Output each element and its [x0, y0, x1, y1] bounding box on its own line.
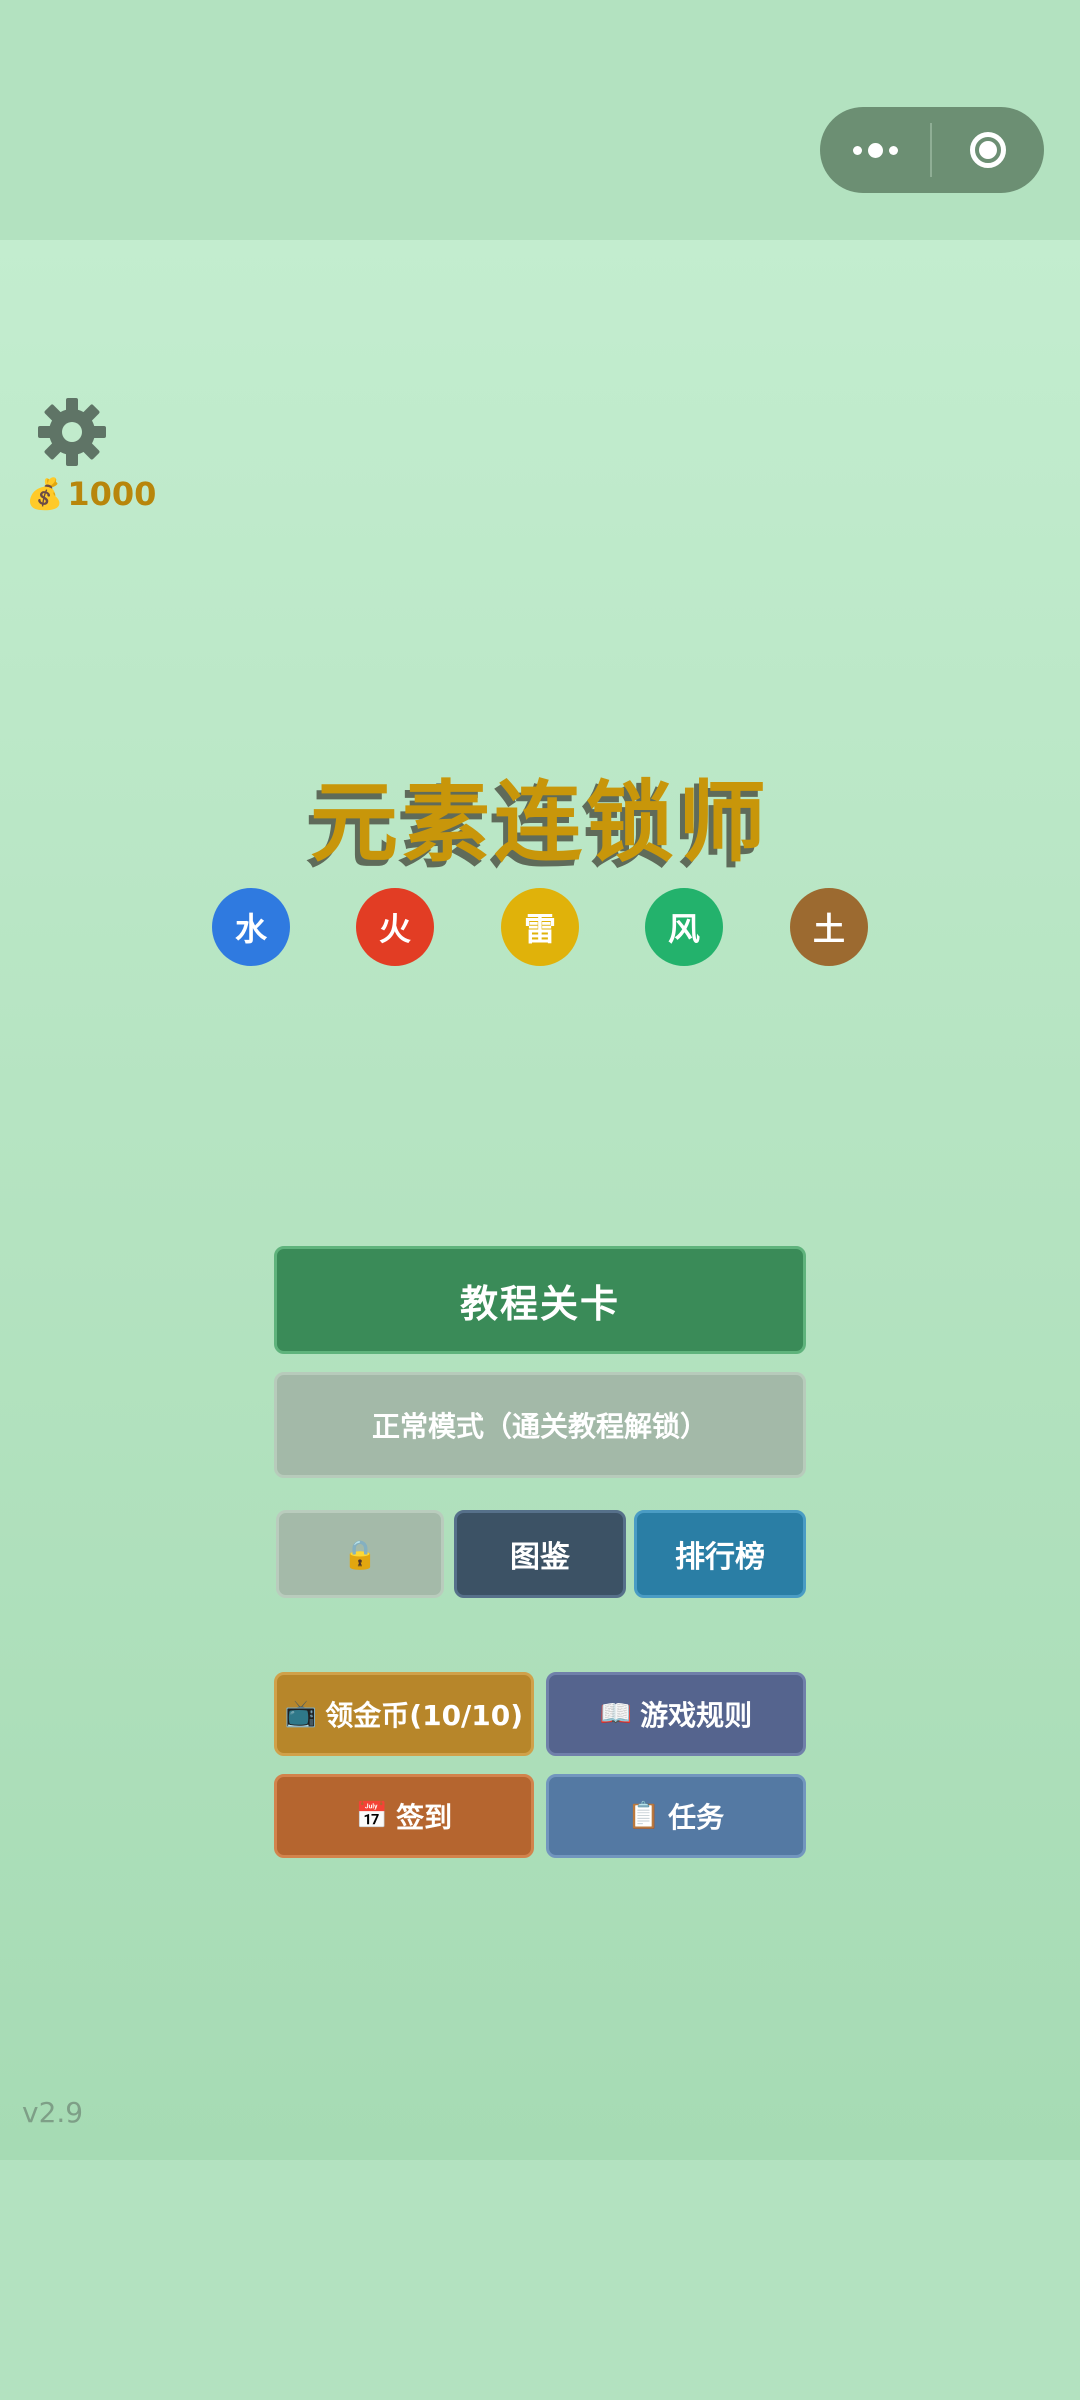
codex-button[interactable]: 图鉴 [454, 1510, 626, 1598]
element-wind: 风 [645, 888, 723, 966]
element-thunder: 雷 [501, 888, 579, 966]
game-area [0, 240, 1080, 2160]
signin-button[interactable]: 📅 签到 [274, 1774, 534, 1858]
claim-coins-label: 领金币(10/10) [325, 1699, 524, 1732]
normal-mode-button[interactable]: 正常模式（通关教程解锁） [274, 1372, 806, 1478]
tv-icon: 📺 [284, 1699, 318, 1729]
element-water: 水 [212, 888, 290, 966]
money-bag-icon: 💰 [26, 476, 64, 512]
top-bar [0, 0, 1080, 240]
signin-label: 签到 [396, 1801, 453, 1834]
bottom-safe-area [0, 2160, 1080, 2400]
tutorial-level-button[interactable]: 教程关卡 [274, 1246, 806, 1354]
book-icon: 📖 [599, 1699, 633, 1729]
tasks-label: 任务 [668, 1801, 725, 1834]
element-row: 水 火 雷 风 土 [212, 888, 868, 966]
miniprogram-capsule [820, 107, 1044, 193]
tasks-button[interactable]: 📋 任务 [546, 1774, 806, 1858]
claim-coins-button[interactable]: 📺 领金币(10/10) [274, 1672, 534, 1756]
game-title: 元素连锁师 [309, 771, 770, 874]
game-rules-button[interactable]: 📖 游戏规则 [546, 1672, 806, 1756]
calendar-icon: 📅 [355, 1801, 389, 1831]
element-earth: 土 [790, 888, 868, 966]
close-miniprogram-icon[interactable] [932, 107, 1044, 193]
coin-amount: 1000 [67, 475, 157, 513]
version-label: v2.9 [22, 2096, 84, 2129]
more-menu-icon[interactable] [820, 107, 930, 193]
clipboard-icon: 📋 [627, 1801, 661, 1831]
lock-icon: 🔒 [342, 1537, 378, 1571]
element-fire: 火 [356, 888, 434, 966]
settings-gear-icon[interactable] [36, 396, 108, 468]
game-rules-label: 游戏规则 [640, 1699, 753, 1732]
locked-mode-button[interactable]: 🔒 [276, 1510, 444, 1598]
leaderboard-button[interactable]: 排行榜 [634, 1510, 806, 1598]
coin-balance: 💰 1000 [26, 474, 156, 514]
